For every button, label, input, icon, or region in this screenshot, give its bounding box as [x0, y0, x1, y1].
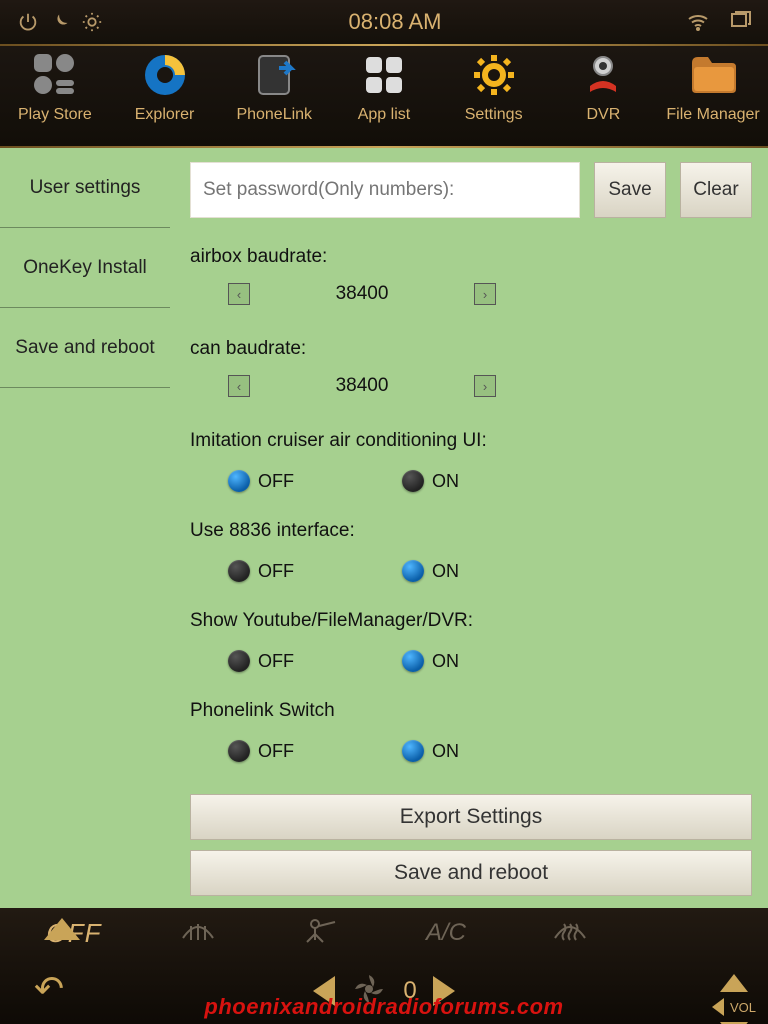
play-store-icon: [30, 50, 80, 100]
radio-off[interactable]: OFF: [228, 650, 388, 672]
explorer-icon: [140, 50, 190, 100]
app-label: DVR: [586, 106, 620, 124]
power-icon[interactable]: [12, 6, 44, 38]
gear-icon: [469, 50, 519, 100]
save-and-reboot-button[interactable]: Save and reboot: [190, 850, 752, 896]
windows-icon[interactable]: [724, 6, 756, 38]
hvac-bar: OFF A/C ↶ 0 VOL phoen: [0, 908, 768, 1024]
wifi-icon[interactable]: [682, 6, 714, 38]
defrost-rear-icon[interactable]: [540, 916, 600, 951]
clear-button[interactable]: Clear: [680, 162, 752, 218]
chevron-right-icon[interactable]: ›: [474, 283, 496, 305]
chevron-left-icon[interactable]: ‹: [228, 375, 250, 397]
status-bar: 08:08 AM: [0, 0, 768, 44]
clock-time: 08:08 AM: [108, 9, 682, 35]
can-baudrate-label: can baudrate:: [190, 338, 752, 360]
radio-on[interactable]: ON: [402, 470, 562, 492]
radio-on[interactable]: ON: [402, 650, 562, 672]
watermark: phoenixandroidradioforums.com: [0, 994, 768, 1020]
app-phonelink[interactable]: PhoneLink: [221, 50, 328, 124]
airbox-baudrate-stepper: ‹ 38400 ›: [228, 278, 496, 310]
radio-off[interactable]: OFF: [228, 740, 388, 762]
phonelink-icon: [249, 50, 299, 100]
app-bar: Play Store Explorer PhoneLink App list S…: [0, 46, 768, 146]
airbox-baudrate-label: airbox baudrate:: [190, 246, 752, 268]
app-file-manager[interactable]: File Manager: [660, 50, 767, 124]
volume-up-icon[interactable]: [720, 974, 748, 992]
app-label: File Manager: [666, 106, 759, 124]
phonelink-switch-label: Phonelink Switch: [190, 700, 752, 722]
chevron-right-icon[interactable]: ›: [474, 375, 496, 397]
sidebar: User settings OneKey Install Save and re…: [0, 148, 170, 908]
password-input[interactable]: [190, 162, 580, 218]
ac-label[interactable]: A/C: [416, 919, 476, 947]
app-app-list[interactable]: App list: [330, 50, 437, 124]
app-label: Settings: [465, 106, 523, 124]
airbox-baudrate-value: 38400: [336, 283, 389, 305]
sidebar-item-onekey-install[interactable]: OneKey Install: [0, 228, 170, 308]
content-panel: Save Clear airbox baudrate: ‹ 38400 › ca…: [170, 148, 768, 908]
defrost-front-icon[interactable]: [168, 916, 228, 951]
folder-icon: [688, 50, 738, 100]
can-baudrate-stepper: ‹ 38400 ›: [228, 370, 496, 402]
home-icon[interactable]: [44, 918, 80, 940]
imitation-cruiser-label: Imitation cruiser air conditioning UI:: [190, 430, 752, 452]
save-button[interactable]: Save: [594, 162, 666, 218]
app-label: Play Store: [18, 106, 92, 124]
app-play-store[interactable]: Play Store: [1, 50, 108, 124]
app-label: PhoneLink: [236, 106, 312, 124]
app-explorer[interactable]: Explorer: [111, 50, 218, 124]
app-dvr[interactable]: DVR: [550, 50, 657, 124]
app-list-icon: [359, 50, 409, 100]
radio-off[interactable]: OFF: [228, 560, 388, 582]
dvr-icon: [578, 50, 628, 100]
sidebar-item-save-reboot[interactable]: Save and reboot: [0, 308, 170, 388]
moon-icon[interactable]: [44, 6, 76, 38]
radio-off[interactable]: OFF: [228, 470, 388, 492]
can-baudrate-value: 38400: [336, 375, 389, 397]
app-settings[interactable]: Settings: [440, 50, 547, 124]
app-label: Explorer: [135, 106, 195, 124]
show-youtube-label: Show Youtube/FileManager/DVR:: [190, 610, 752, 632]
radio-on[interactable]: ON: [402, 560, 562, 582]
export-settings-button[interactable]: Export Settings: [190, 794, 752, 840]
chevron-left-icon[interactable]: ‹: [228, 283, 250, 305]
sidebar-item-user-settings[interactable]: User settings: [0, 148, 170, 228]
use-8836-label: Use 8836 interface:: [190, 520, 752, 542]
air-mode-icon[interactable]: [292, 916, 352, 951]
sun-icon[interactable]: [76, 6, 108, 38]
app-label: App list: [358, 106, 410, 124]
radio-on[interactable]: ON: [402, 740, 562, 762]
